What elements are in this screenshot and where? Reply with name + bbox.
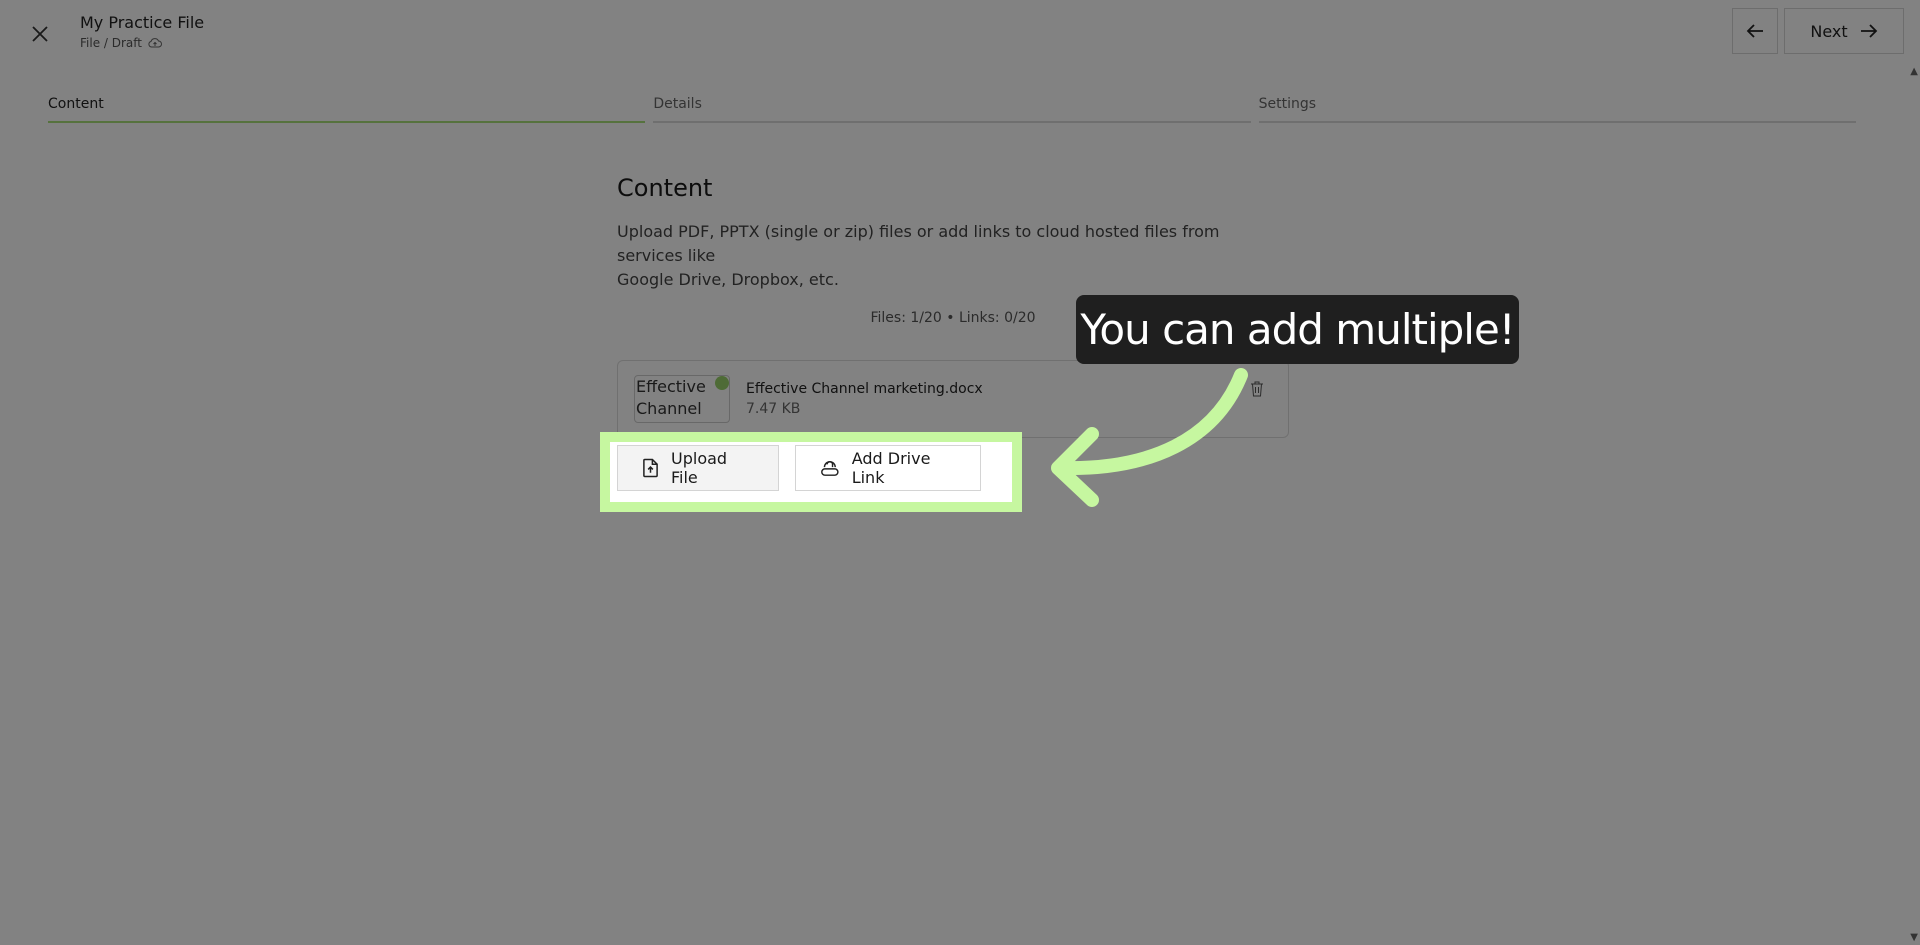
tutorial-callout: You can add multiple! xyxy=(1076,295,1519,364)
pointer-arrow-icon xyxy=(1051,368,1248,507)
editor-page: My Practice File File / Draft Next Conte… xyxy=(0,0,1920,945)
